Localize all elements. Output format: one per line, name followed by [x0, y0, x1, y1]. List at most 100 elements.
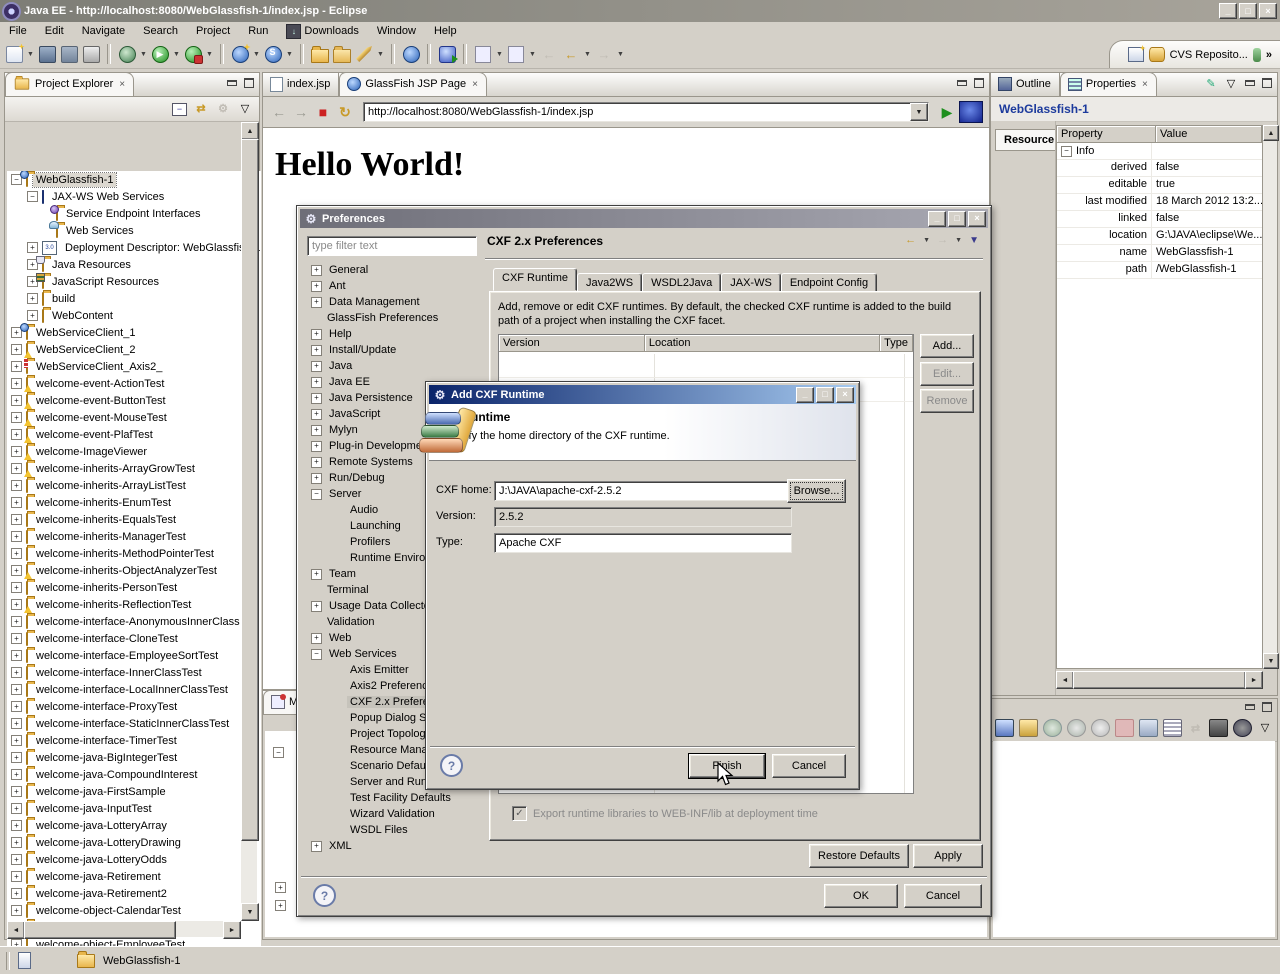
tree-item[interactable]: + welcome-inherits-ReflectionTest	[7, 596, 261, 613]
tree-item[interactable]: − JAX-WS Web Services	[7, 188, 261, 205]
tab-glassfish-jsp-page[interactable]: GlassFish JSP Page ×	[339, 72, 487, 96]
tree-item[interactable]: + welcome-java-LotteryDrawing	[7, 834, 261, 851]
pref-tree-item[interactable]: Test Facility Defaults	[307, 790, 479, 806]
expander-icon[interactable]: +	[11, 905, 22, 916]
scroll-down-icon[interactable]: ▼	[1263, 653, 1279, 669]
expander-icon[interactable]: +	[11, 837, 22, 848]
type-input[interactable]: Apache CXF	[494, 533, 792, 553]
close-icon[interactable]: ×	[472, 79, 478, 90]
pref-tree-item[interactable]: + Install/Update	[307, 342, 479, 358]
import-button[interactable]	[332, 44, 352, 64]
expander-icon[interactable]: +	[11, 378, 22, 389]
expander-icon[interactable]: +	[11, 412, 22, 423]
tree-item[interactable]: + welcome-object-CalendarTest	[7, 902, 261, 919]
expander-icon[interactable]: +	[11, 871, 22, 882]
tree-item[interactable]: + welcome-java-CompoundInterest	[7, 766, 261, 783]
property-row[interactable]: linked false	[1057, 211, 1262, 228]
tab-outline[interactable]: Outline	[991, 73, 1060, 96]
mark-occurrences-dropdown[interactable]: ▼	[376, 51, 385, 58]
tree-item[interactable]: + JavaScript Resources	[7, 273, 261, 290]
debug-dropdown[interactable]: ▼	[139, 51, 148, 58]
console-icon[interactable]	[995, 719, 1014, 737]
tree-item[interactable]: + WebServiceClient_Axis2_	[7, 358, 261, 375]
tree-item[interactable]: − WebGlassfish-1	[7, 171, 261, 188]
new-property-button[interactable]: ✎	[1203, 77, 1219, 92]
help-button[interactable]: ?	[440, 754, 463, 777]
filter-input[interactable]: type filter text	[307, 236, 477, 256]
expander-icon[interactable]: +	[11, 480, 22, 491]
tab-project-explorer[interactable]: Project Explorer ×	[5, 72, 135, 96]
tab-wsdl2java[interactable]: WSDL2Java	[642, 273, 722, 293]
remove-launches-icon[interactable]	[1139, 719, 1158, 737]
tree-item[interactable]: + welcome-inherits-ArrayListTest	[7, 477, 261, 494]
browse-button[interactable]: Browse...	[787, 479, 846, 503]
external-browser-button[interactable]	[959, 101, 983, 123]
open-resource-button[interactable]	[310, 44, 330, 64]
property-row[interactable]: last modified 18 March 2012 13:2...	[1057, 194, 1262, 211]
tree-item[interactable]: + welcome-inherits-PersonTest	[7, 579, 261, 596]
tree-item[interactable]: + Java Resources	[7, 256, 261, 273]
expander-icon[interactable]: +	[11, 701, 22, 712]
pref-back-dropdown[interactable]: ▼	[922, 237, 931, 244]
pref-back-button[interactable]: ←	[905, 234, 916, 246]
pin-console-icon[interactable]: ⇄	[1187, 720, 1204, 736]
column-header-version[interactable]: Version	[499, 335, 645, 351]
scroll-lock-icon[interactable]	[1163, 719, 1182, 737]
pref-forward-dropdown[interactable]: ▼	[954, 237, 963, 244]
expander-icon[interactable]: +	[311, 424, 322, 436]
expander-icon[interactable]: +	[11, 582, 22, 593]
run-dropdown[interactable]: ▼	[172, 51, 181, 58]
tree-item[interactable]: + WebServiceClient_1	[7, 324, 261, 341]
cvs-repository-perspective-icon[interactable]	[1148, 47, 1165, 62]
window-minimize-button[interactable]: _	[1219, 3, 1237, 19]
expander-icon[interactable]: +	[311, 472, 322, 484]
restore-defaults-button[interactable]: Restore Defaults	[809, 844, 909, 868]
expander-icon[interactable]: +	[11, 735, 22, 746]
last-edit-location-button[interactable]: ←	[539, 44, 559, 64]
web-browser-button[interactable]	[401, 44, 421, 64]
new-wizard-dropdown[interactable]: ▼	[26, 51, 35, 58]
tab-cxf-runtime[interactable]: CXF Runtime	[493, 268, 578, 291]
expander-icon[interactable]: −	[27, 191, 38, 202]
property-row[interactable]: name WebGlassfish-1	[1057, 245, 1262, 262]
menu-downloads[interactable]: ↓ Downloads	[277, 22, 367, 41]
expander-icon[interactable]: +	[11, 599, 22, 610]
minimize-view-button[interactable]	[1243, 701, 1256, 713]
tree-item[interactable]: + welcome-inherits-EnumTest	[7, 494, 261, 511]
save-button[interactable]	[37, 44, 57, 64]
save-all-button[interactable]	[59, 44, 79, 64]
expander-icon[interactable]: +	[11, 616, 22, 627]
dialog-maximize-button[interactable]: □	[816, 386, 834, 403]
collapse-all-button[interactable]: −	[172, 102, 187, 116]
property-row[interactable]: location G:\JAVA\eclipse\We...	[1057, 228, 1262, 245]
new-web-service-button[interactable]	[230, 44, 250, 64]
project-tree-vscrollbar[interactable]: ▲ ▼	[241, 122, 259, 921]
mark-occurrences-button[interactable]	[354, 44, 374, 64]
expander-icon[interactable]: −	[273, 747, 284, 758]
expander-icon[interactable]: +	[11, 497, 22, 508]
expander-icon[interactable]: +	[11, 633, 22, 644]
tree-item[interactable]: + welcome-interface-ProxyTest	[7, 698, 261, 715]
dialog-minimize-button[interactable]: _	[796, 386, 814, 403]
tree-item[interactable]: + welcome-java-LotteryArray	[7, 817, 261, 834]
pref-view-menu[interactable]: ▼	[969, 235, 979, 246]
dialog-maximize-button[interactable]: □	[948, 210, 966, 227]
url-input[interactable]: http://localhost:8080/WebGlassfish-1/ind…	[364, 104, 910, 120]
expander-icon[interactable]: +	[311, 280, 322, 292]
expander-icon[interactable]: +	[311, 376, 322, 388]
maximize-view-button[interactable]	[1260, 77, 1273, 89]
column-header-type[interactable]: Type	[880, 335, 913, 351]
back-history-dropdown[interactable]: ▼	[583, 51, 592, 58]
apply-button[interactable]: Apply	[913, 844, 983, 868]
menu-project[interactable]: Project	[187, 23, 239, 39]
expander-icon[interactable]: +	[11, 565, 22, 576]
expander-icon[interactable]: +	[311, 360, 322, 372]
menu-help[interactable]: Help	[425, 23, 466, 39]
project-tree-hscrollbar[interactable]: ◄ ►	[7, 921, 241, 939]
pref-tree-item[interactable]: + General	[307, 262, 479, 278]
browser-stop-button[interactable]: ■	[313, 102, 333, 122]
window-close-button[interactable]: ×	[1259, 3, 1277, 19]
tree-item[interactable]: + build	[7, 290, 261, 307]
expander-icon[interactable]: +	[311, 296, 322, 308]
cancel-button[interactable]: Cancel	[904, 884, 982, 908]
